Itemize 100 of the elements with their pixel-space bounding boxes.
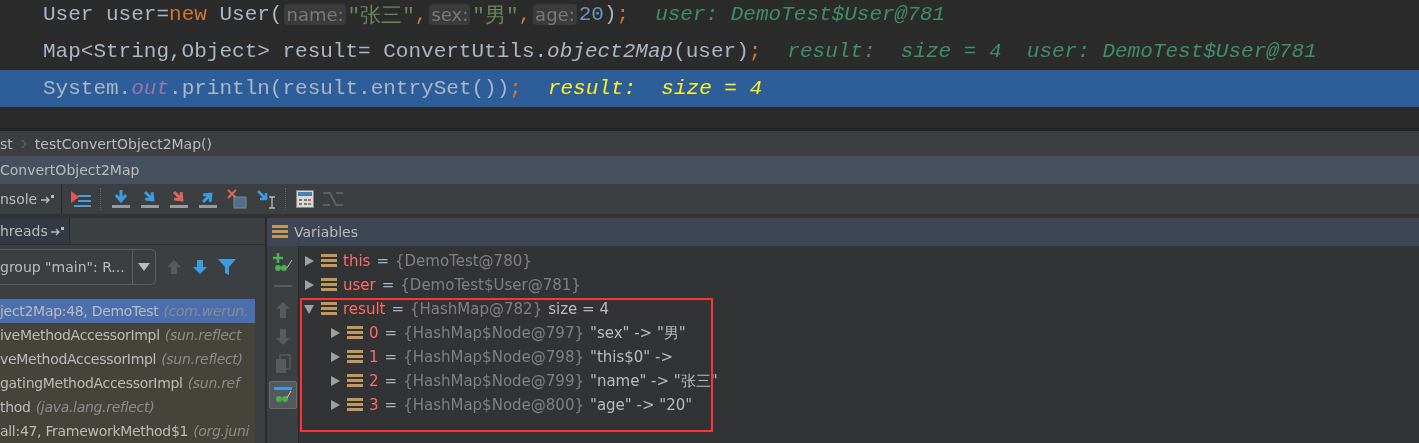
frame-method: all:47, FrameworkMethod$1 bbox=[0, 423, 189, 439]
code-token: ; bbox=[616, 3, 630, 26]
code-token: new bbox=[169, 3, 207, 26]
parameter-hint: name: bbox=[284, 4, 346, 25]
variable-name: 1 bbox=[369, 348, 379, 366]
frame-method: veMethodAccessorImpl bbox=[0, 351, 157, 367]
code-token: User( bbox=[218, 3, 283, 26]
variable-name: 3 bbox=[369, 396, 379, 414]
step-into-icon[interactable] bbox=[140, 189, 161, 209]
variable-value: {HashMap$Node@797} bbox=[403, 324, 584, 342]
frame-method: gatingMethodAccessorImpl bbox=[0, 375, 183, 391]
down-arrow-icon[interactable] bbox=[192, 259, 208, 276]
equals-sign: = bbox=[384, 396, 398, 414]
code-token: ; bbox=[748, 40, 762, 63]
console-tab[interactable]: nsole bbox=[0, 191, 38, 207]
code-token: System. bbox=[43, 77, 132, 100]
frame-package: (sun.reflect bbox=[164, 327, 242, 343]
code-token: , bbox=[414, 3, 428, 26]
variable-name: user bbox=[343, 276, 376, 294]
parameter-hint: sex: bbox=[429, 4, 471, 25]
inline-value: result: size = 4 bbox=[547, 77, 763, 100]
equals-sign: = bbox=[381, 276, 395, 294]
frame-method: thod bbox=[0, 399, 31, 415]
stack-frame[interactable]: ject2Map:48, DemoTest (com.werun. bbox=[0, 299, 255, 323]
equals-sign: = bbox=[376, 252, 389, 270]
run-to-cursor-icon[interactable] bbox=[256, 189, 277, 209]
step-over-icon[interactable] bbox=[111, 189, 132, 209]
inline-watches-toggle[interactable] bbox=[268, 381, 297, 409]
field-icon bbox=[347, 350, 363, 364]
chevron-icon bbox=[20, 138, 27, 149]
field-icon bbox=[321, 302, 337, 316]
expand-triangle-icon[interactable] bbox=[303, 279, 315, 291]
field-icon bbox=[321, 278, 337, 292]
variable-detail: "sex" -> "男" bbox=[590, 323, 686, 343]
stack-frame[interactable]: thod (java.lang.reflect) bbox=[0, 395, 255, 419]
field-icon bbox=[347, 374, 363, 388]
code-token: (user) bbox=[673, 40, 749, 63]
frame-package: (java.lang.reflect) bbox=[35, 399, 155, 415]
frame-method: iveMethodAccessorImpl bbox=[0, 327, 160, 343]
stack-frame[interactable]: gatingMethodAccessorImpl (sun.ref bbox=[0, 371, 255, 395]
variable-name: 2 bbox=[369, 372, 379, 390]
equals-sign: = bbox=[391, 300, 404, 318]
expand-triangle-icon[interactable] bbox=[303, 255, 315, 267]
stack-frame[interactable]: iveMethodAccessorImpl (sun.reflect bbox=[0, 323, 255, 347]
variable-value: {HashMap$Node@799} bbox=[403, 372, 584, 390]
code-token: User user= bbox=[43, 3, 170, 26]
thread-dropdown[interactable]: group "main": R... bbox=[0, 249, 156, 286]
breadcrumb-item[interactable]: st bbox=[0, 135, 13, 152]
variable-value: {HashMap@782} bbox=[410, 300, 543, 318]
pin-arrow-icon[interactable] bbox=[50, 226, 65, 237]
panel-title: Variables bbox=[294, 224, 358, 240]
field-icon bbox=[347, 326, 363, 340]
add-watch-icon[interactable] bbox=[271, 252, 294, 272]
code-token: .println(result.entrySet()) bbox=[169, 77, 510, 100]
expand-triangle-icon[interactable] bbox=[329, 375, 341, 387]
code-token: out bbox=[131, 77, 170, 100]
variable-value: {DemoTest@780} bbox=[394, 252, 532, 270]
frame-package: (sun.reflect) bbox=[161, 351, 243, 367]
variables-icon bbox=[272, 225, 288, 239]
code-token: "男" bbox=[472, 3, 519, 29]
code-token: , bbox=[518, 3, 532, 26]
code-token: 20 bbox=[578, 3, 604, 26]
drop-frame-icon[interactable] bbox=[227, 189, 248, 209]
variable-detail: "age" -> "20" bbox=[590, 396, 693, 414]
stack-frame[interactable]: veMethodAccessorImpl (sun.reflect) bbox=[0, 347, 255, 371]
force-step-into-icon[interactable] bbox=[169, 189, 190, 209]
frame-package: (sun.ref bbox=[187, 375, 240, 391]
expand-triangle-icon[interactable] bbox=[329, 351, 341, 363]
collapse-triangle-icon[interactable] bbox=[303, 303, 315, 315]
debug-tab-title[interactable]: ConvertObject2Map bbox=[0, 162, 140, 178]
field-icon bbox=[347, 398, 363, 412]
parameter-hint: age: bbox=[533, 4, 577, 25]
variable-detail: "this$0" -> bbox=[590, 348, 673, 366]
variable-name: result bbox=[343, 300, 386, 318]
variable-value: {HashMap$Node@798} bbox=[403, 348, 584, 366]
stack-frame[interactable]: all:47, FrameworkMethod$1 (org.juni bbox=[0, 419, 255, 443]
filter-icon[interactable] bbox=[218, 259, 236, 276]
code-token: object2Map bbox=[547, 40, 674, 63]
execution-point-icon[interactable] bbox=[71, 190, 92, 208]
equals-sign: = bbox=[384, 348, 398, 366]
variable-detail: size = 4 bbox=[548, 300, 609, 318]
code-token: Map<String,Object> result= ConvertUtils. bbox=[43, 40, 548, 63]
equals-sign: = bbox=[384, 372, 398, 390]
inline-value: user: DemoTest$User@781 bbox=[655, 3, 945, 26]
code-token: "张三" bbox=[347, 3, 415, 29]
caret-icon bbox=[138, 263, 150, 272]
variable-value: {HashMap$Node@800} bbox=[403, 396, 584, 414]
variable-name: 0 bbox=[369, 324, 379, 342]
frame-package: (org.juni bbox=[193, 423, 250, 439]
expand-triangle-icon[interactable] bbox=[329, 399, 341, 411]
breadcrumb-item[interactable]: testConvertObject2Map() bbox=[34, 135, 212, 152]
calculator-icon[interactable] bbox=[296, 190, 315, 208]
variable-value: {DemoTest$User@781} bbox=[400, 276, 581, 294]
inline-value: result: size = 4 user: DemoTest$User@781 bbox=[787, 40, 1317, 63]
pin-arrow-icon[interactable] bbox=[41, 194, 56, 204]
frame-package: (com.werun. bbox=[163, 303, 248, 319]
frame-method: ject2Map:48, DemoTest bbox=[0, 303, 159, 319]
glasses-icon bbox=[272, 386, 293, 404]
equals-sign: = bbox=[384, 324, 398, 342]
expand-triangle-icon[interactable] bbox=[329, 327, 341, 339]
